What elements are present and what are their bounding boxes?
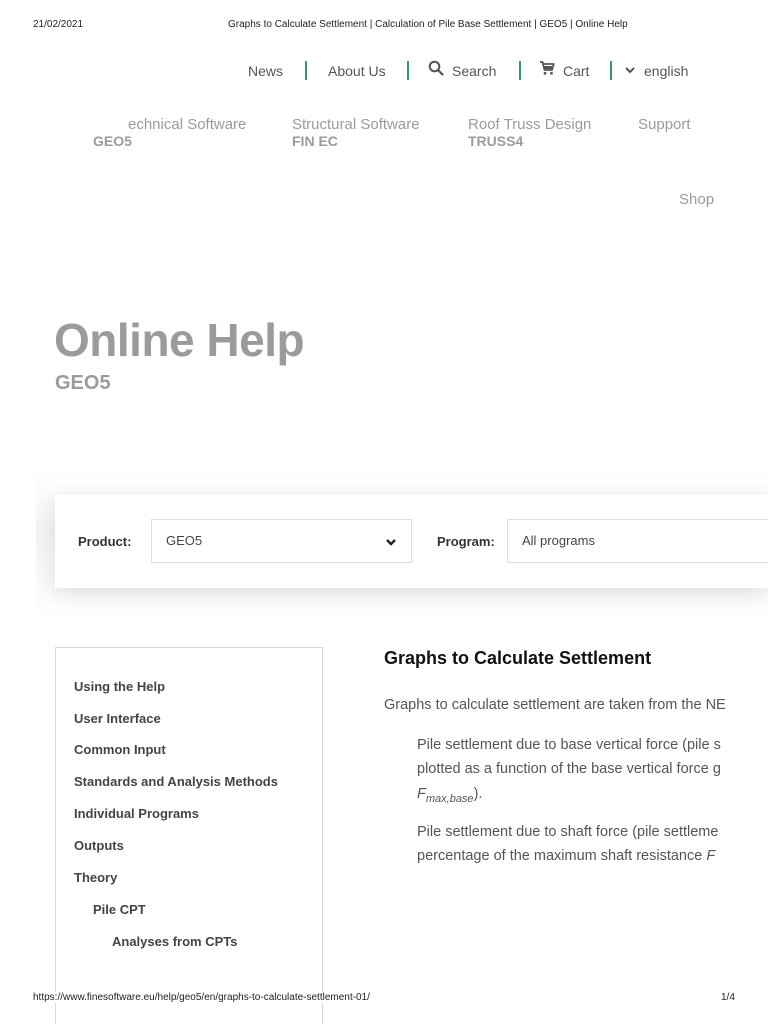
nav-separator xyxy=(305,61,307,80)
menu-sub: FIN EC xyxy=(292,133,338,149)
nav-news[interactable]: News xyxy=(248,58,283,84)
print-page-count: 1/4 xyxy=(721,992,735,1003)
sidebar-item-common-input[interactable]: Common Input xyxy=(74,742,166,757)
content-paragraph-1-line-2: plotted as a function of the base vertic… xyxy=(417,761,721,777)
nav-separator xyxy=(610,61,612,80)
nav-search[interactable]: Search xyxy=(428,58,496,84)
print-page-title: Graphs to Calculate Settlement | Calcula… xyxy=(228,19,628,30)
menu-roof-truss[interactable]: Roof Truss Design TRUSS4 xyxy=(468,116,591,149)
content-heading: Graphs to Calculate Settlement xyxy=(384,648,652,668)
nav-about-us[interactable]: About Us xyxy=(328,58,386,84)
content-intro: Graphs to calculate settlement are taken… xyxy=(384,697,726,713)
chevron-down-icon xyxy=(385,520,397,562)
page-title: Online Help xyxy=(54,314,305,366)
content-paragraph-1-line-3: Fmax,base). xyxy=(417,786,482,805)
product-label: Product: xyxy=(78,534,132,549)
nav-about-label: About Us xyxy=(328,63,386,79)
product-select[interactable]: GEO5 xyxy=(151,519,412,563)
nav-separator xyxy=(407,61,409,80)
menu-label: Support xyxy=(638,116,691,133)
content-paragraph-2-line-1: Pile settlement due to shaft force (pile… xyxy=(417,824,719,840)
menu-label: Roof Truss Design xyxy=(468,116,592,133)
program-label: Program: xyxy=(437,534,495,549)
paragraph-end: ). xyxy=(473,786,483,802)
sidebar-item-theory[interactable]: Theory xyxy=(74,870,117,885)
paragraph-2-text: percentage of the maximum shaft resistan… xyxy=(417,848,707,864)
menu-label: echnical Software xyxy=(128,116,247,133)
filter-bar: Product: GEO5 Program: All programs xyxy=(55,495,768,588)
top-navigation: News About Us Search Cart english xyxy=(0,58,768,84)
shop-link[interactable]: Shop xyxy=(679,191,714,208)
sidebar-item-using-the-help[interactable]: Using the Help xyxy=(74,679,165,694)
menu-structural[interactable]: Structural Software FIN EC xyxy=(292,116,420,149)
product-select-value: GEO5 xyxy=(166,533,203,548)
menu-geotechnical[interactable]: echnical Software GEO5 xyxy=(93,116,263,149)
program-select-value: All programs xyxy=(522,533,595,548)
print-url: https://www.finesoftware.eu/help/geo5/en… xyxy=(33,992,370,1003)
menu-sub: TRUSS4 xyxy=(468,133,524,149)
cart-icon xyxy=(539,58,555,84)
chevron-down-icon xyxy=(624,58,636,84)
language-label: english xyxy=(644,63,689,79)
print-date: 21/02/2021 xyxy=(33,19,84,30)
content-paragraph-2-line-2: percentage of the maximum shaft resistan… xyxy=(417,848,768,864)
symbol-f: F xyxy=(706,848,716,864)
nav-search-label: Search xyxy=(452,63,497,79)
content-paragraph-1-line-1: Pile settlement due to base vertical for… xyxy=(417,737,721,753)
page-subtitle: GEO5 xyxy=(55,372,111,394)
nav-cart-label: Cart xyxy=(563,63,590,79)
menu-label: Structural Software xyxy=(292,116,420,133)
search-icon xyxy=(428,58,444,84)
product-menu: echnical Software GEO5 Structural Softwa… xyxy=(0,116,768,156)
program-select[interactable]: All programs xyxy=(507,519,768,563)
symbol-f: F xyxy=(417,786,426,802)
menu-sub: GEO5 xyxy=(93,133,132,149)
sidebar-item-user-interface[interactable]: User Interface xyxy=(74,711,161,726)
sidebar-item-outputs[interactable]: Outputs xyxy=(74,838,124,853)
language-selector[interactable]: english xyxy=(624,58,688,84)
sidebar-item-pile-cpt[interactable]: Pile CPT xyxy=(93,902,146,917)
menu-support[interactable]: Support xyxy=(638,116,691,133)
sidebar-item-individual-programs[interactable]: Individual Programs xyxy=(74,806,199,821)
nav-news-label: News xyxy=(248,63,284,79)
nav-cart[interactable]: Cart xyxy=(539,58,589,84)
help-sidebar: Using the Help User Interface Common Inp… xyxy=(55,647,323,1024)
sidebar-item-analyses-from-cpts[interactable]: Analyses from CPTs xyxy=(112,934,237,949)
symbol-subscript: max,base xyxy=(425,792,474,805)
nav-separator xyxy=(519,61,521,80)
sidebar-item-standards[interactable]: Standards and Analysis Methods xyxy=(74,774,278,789)
